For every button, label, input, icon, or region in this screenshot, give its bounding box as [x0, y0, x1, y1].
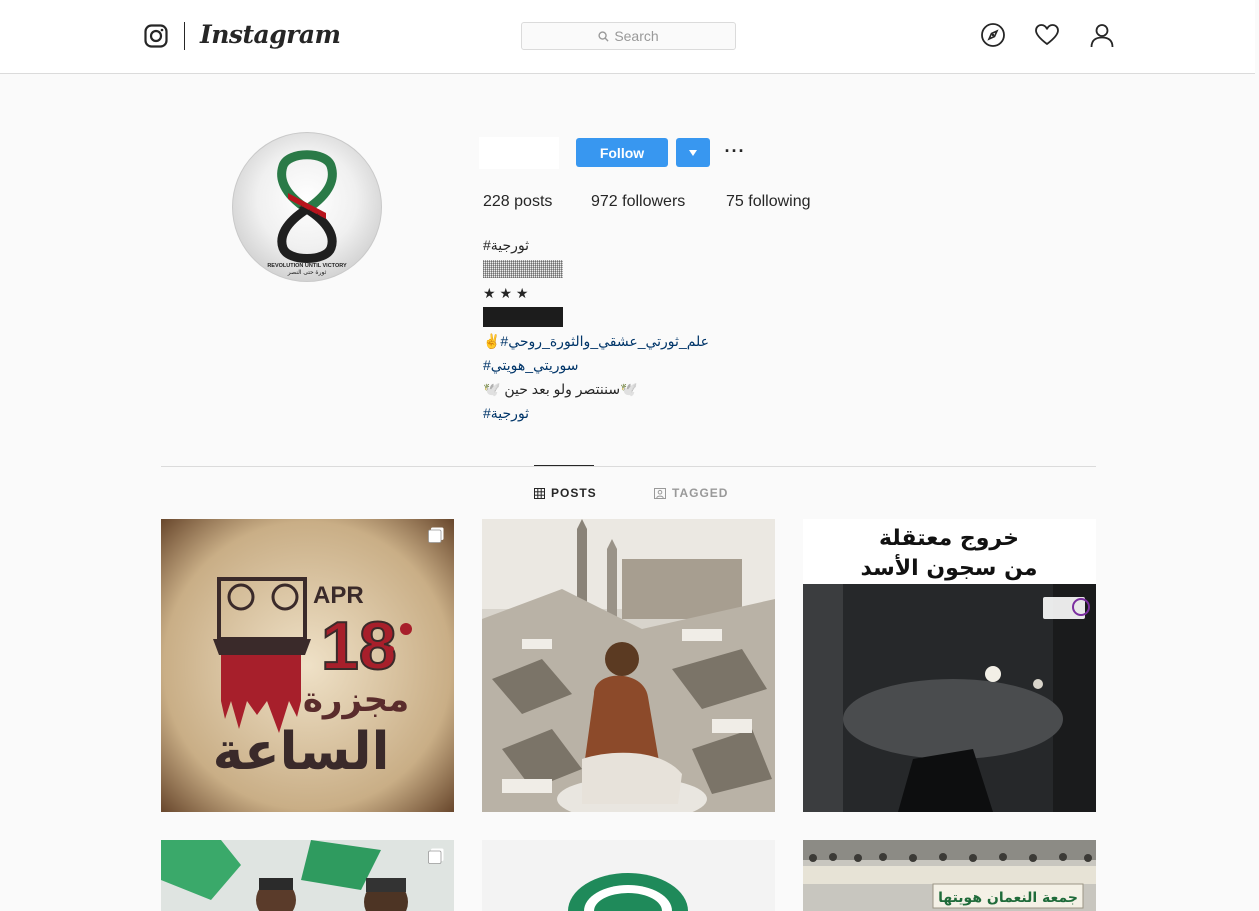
revolution-logo-icon: ★ ★ ★ REVOLUTION UNTIL VICTORY ثورة حتى … — [267, 150, 347, 276]
profile-bio: #ثورجية ★ ★ ★ ✌️#علم_ثورتي_عشقي_والثورة_… — [483, 233, 783, 425]
multiple-posts-icon — [428, 527, 444, 543]
follow-dropdown-button[interactable] — [676, 138, 710, 167]
svg-text:جمعة النعمان هويتها: جمعة النعمان هويتها — [938, 890, 1078, 906]
instagram-wordmark[interactable]: Instagram — [200, 20, 341, 49]
username-redacted — [479, 137, 559, 169]
svg-text:★: ★ — [306, 208, 312, 216]
svg-text:الساعة: الساعة — [213, 722, 390, 782]
more-options-button[interactable]: ··· — [722, 138, 748, 164]
post-thumbnail[interactable]: خروج معتقلة من سجون الأسد — [803, 519, 1096, 812]
profile-user-icon[interactable] — [1089, 22, 1115, 48]
post-thumbnail[interactable]: جمعة النعمان هويتها — [803, 840, 1096, 911]
bio-hashtag-link[interactable]: ✌️#علم_ثورتي_عشقي_والثورة_روحي — [483, 329, 783, 353]
post-thumbnail[interactable] — [482, 519, 775, 812]
search-icon — [598, 30, 609, 42]
bio-hashtag-link[interactable]: #سوريتي_هويتي — [483, 353, 783, 377]
post-thumbnail[interactable] — [161, 840, 454, 911]
video-camera-icon — [1066, 527, 1086, 541]
post-thumbnail[interactable] — [482, 840, 775, 911]
prison-video-thumbnail: خروج معتقلة من سجون الأسد — [803, 519, 1096, 812]
activity-heart-icon[interactable] — [1034, 22, 1060, 48]
bio-decoration-noise — [483, 257, 783, 281]
tab-tagged[interactable]: TAGGED — [654, 486, 728, 500]
posts-count: 228 posts — [483, 193, 553, 210]
follow-button[interactable]: Follow — [576, 138, 668, 167]
bio-decoration-bar — [483, 305, 783, 329]
top-navigation-bar: Instagram Search — [0, 0, 1255, 74]
logo-divider — [184, 22, 185, 50]
profile-avatar[interactable]: ★ ★ ★ REVOLUTION UNTIL VICTORY ثورة حتى … — [232, 132, 382, 282]
tabs-divider — [161, 466, 1096, 467]
crowd-banner-photo: جمعة النعمان هويتها — [803, 840, 1096, 911]
bio-hashtag-line: #ثورجية — [483, 237, 530, 253]
svg-text:REVOLUTION UNTIL VICTORY: REVOLUTION UNTIL VICTORY — [267, 263, 347, 269]
tab-posts-label: POSTS — [551, 486, 597, 500]
followers-link[interactable]: 972 followers — [591, 193, 685, 211]
bio-text-line: 🕊️ سننتصر ولو بعد حين🕊️ — [483, 381, 638, 397]
svg-text:مجزرة: مجزرة — [303, 680, 409, 720]
instagram-glyph-icon[interactable] — [144, 24, 168, 48]
tab-tagged-label: TAGGED — [672, 486, 729, 500]
grid-icon — [534, 487, 545, 499]
search-placeholder: Search — [614, 28, 659, 44]
svg-text:★: ★ — [314, 212, 320, 220]
svg-text:خروج معتقلة: خروج معتقلة — [879, 526, 1019, 551]
svg-text:APR: APR — [313, 582, 364, 609]
tab-active-indicator — [534, 465, 594, 466]
search-input[interactable]: Search — [521, 22, 736, 50]
svg-text:ثورة حتى النصر: ثورة حتى النصر — [287, 269, 327, 276]
green-logo-image — [482, 840, 775, 911]
tab-posts[interactable]: POSTS — [534, 486, 597, 500]
svg-text:18: 18 — [321, 608, 397, 684]
clock-massacre-poster-image: APR 18 مجزرة الساعة — [161, 519, 454, 812]
svg-text:★: ★ — [298, 204, 304, 212]
bio-stars-line: ★ ★ ★ — [483, 285, 529, 301]
man-in-rubble-photo — [482, 519, 775, 812]
triangle-down-icon — [689, 149, 697, 156]
following-link[interactable]: 75 following — [726, 193, 811, 211]
post-thumbnail[interactable]: APR 18 مجزرة الساعة — [161, 519, 454, 812]
bio-hashtag-link[interactable]: #ثورجية — [483, 401, 783, 425]
tagged-user-icon — [654, 487, 666, 499]
protest-flags-photo — [161, 840, 454, 911]
svg-text:من سجون الأسد: من سجون الأسد — [860, 553, 1037, 581]
multiple-posts-icon — [428, 848, 444, 864]
explore-compass-icon[interactable] — [980, 22, 1006, 48]
